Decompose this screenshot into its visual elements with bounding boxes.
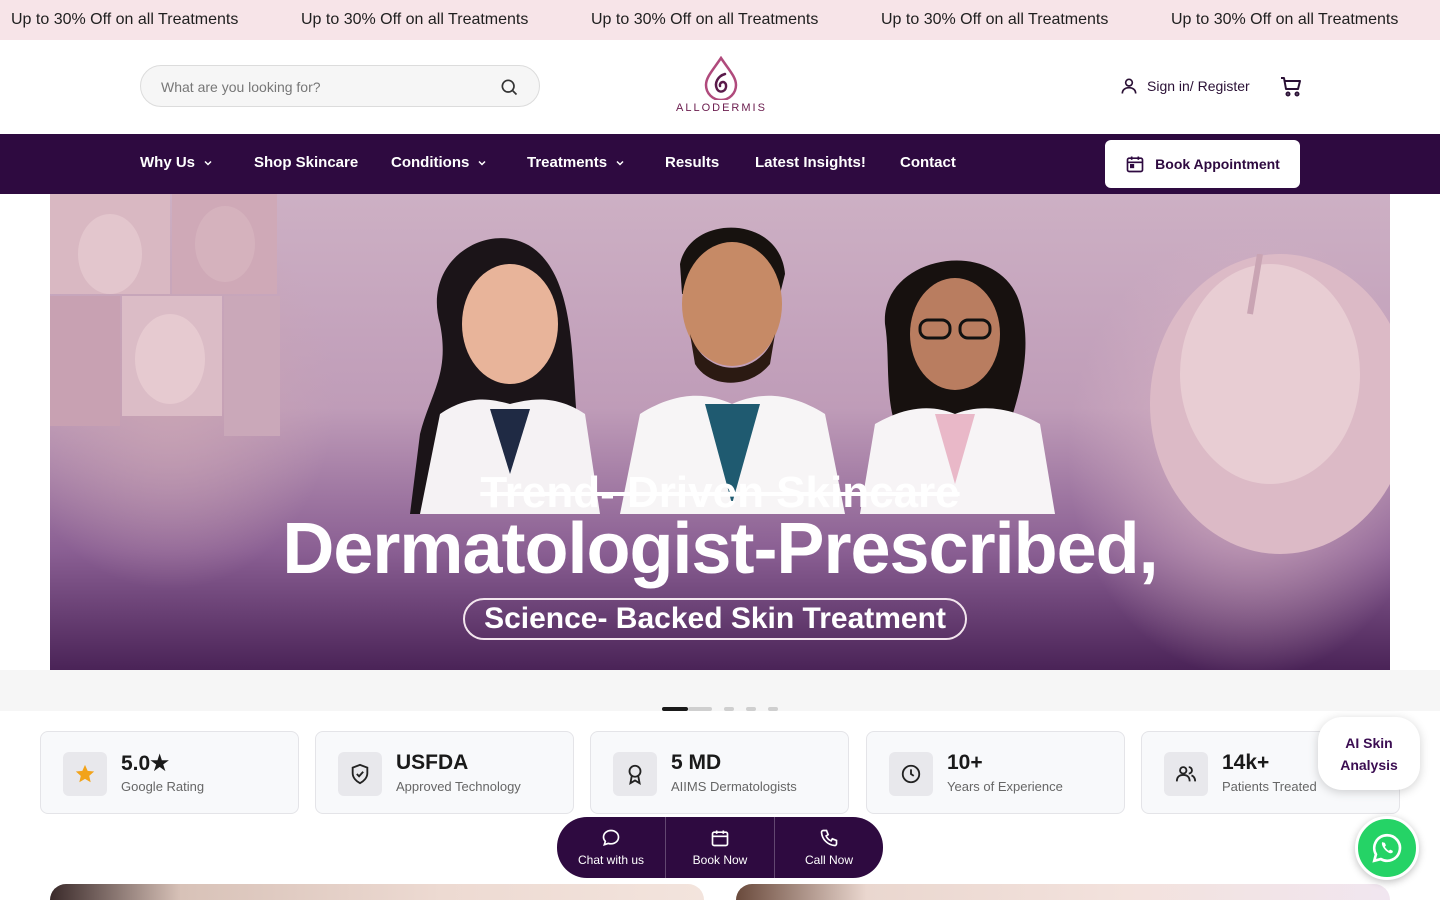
hero-banner[interactable]: Trend- Driven Skincare Dermatologist-Pre…	[50, 194, 1390, 670]
book-now-button[interactable]: Book Now	[666, 817, 775, 878]
stat-label: Google Rating	[121, 779, 205, 794]
nav-item-label: Contact	[900, 154, 956, 171]
book-now-label: Book Now	[692, 853, 748, 867]
chevron-down-icon	[616, 160, 624, 166]
promo-card[interactable]	[50, 884, 704, 900]
stat-value: 5.0★	[121, 752, 170, 775]
ai-skin-analysis-button[interactable]: AI Skin Analysis	[1318, 717, 1420, 790]
search-icon[interactable]	[499, 77, 519, 97]
shield-check-icon	[351, 763, 369, 785]
nav-item-label: Shop Skincare	[254, 154, 359, 171]
calendar-icon	[711, 830, 729, 847]
logo-drop-icon	[704, 56, 738, 100]
carousel-dot[interactable]	[688, 707, 712, 711]
chat-label: Chat with us	[577, 853, 645, 867]
carousel-dot[interactable]	[724, 707, 734, 711]
promo-text: Up to 30% Off on all Treatments	[1171, 11, 1399, 28]
promo-marquee: Up to 30% Off on all Treatments Up to 30…	[0, 0, 1440, 40]
chevron-down-icon	[204, 160, 212, 166]
site-header: ALLODERMIS Sign in/ Register	[0, 40, 1440, 134]
hero-subtitle-pill: Science- Backed Skin Treatment	[463, 598, 967, 640]
stat-label: Patients Treated	[1222, 779, 1317, 794]
carousel-dot-active[interactable]	[662, 707, 688, 711]
promo-text: Up to 30% Off on all Treatments	[881, 11, 1109, 28]
hero-subtitle: Science- Backed Skin Treatment	[484, 602, 946, 635]
user-icon	[1121, 78, 1137, 94]
promo-text: Up to 30% Off on all Treatments	[591, 11, 819, 28]
stat-value: 5 MD	[671, 751, 722, 774]
carousel-dots	[0, 670, 1440, 711]
nav-item-shop-skincare[interactable]: Shop Skincare	[254, 154, 358, 171]
stat-value: USFDA	[396, 751, 469, 774]
nav-item-conditions[interactable]: Conditions	[391, 154, 487, 171]
nav-item-label: Conditions	[391, 154, 470, 171]
users-icon	[1175, 766, 1197, 782]
phone-icon	[820, 829, 838, 847]
search-box	[140, 65, 540, 107]
ai-skin-line1: AI Skin	[1345, 734, 1393, 751]
signin-link[interactable]: Sign in/ Register	[1119, 75, 1250, 97]
carousel-dot[interactable]	[746, 707, 756, 711]
whatsapp-button[interactable]	[1355, 816, 1419, 880]
stat-label: AIIMS Dermatologists	[671, 779, 797, 794]
brand-name: ALLODERMIS	[676, 102, 767, 114]
signin-label: Sign in/ Register	[1147, 78, 1250, 94]
award-icon	[628, 764, 642, 785]
book-appointment-button[interactable]: Book Appointment	[1105, 140, 1300, 188]
book-appointment-label: Book Appointment	[1155, 156, 1280, 172]
nav-item-label: Results	[665, 154, 720, 171]
chat-button[interactable]: Chat with us	[557, 817, 666, 878]
nav-item-label: Why Us	[140, 154, 196, 171]
hero-collage-image	[50, 194, 280, 436]
nav-item-latest-insights[interactable]: Latest Insights!	[755, 154, 866, 171]
stat-card: 5 MD AIIMS Dermatologists	[590, 731, 849, 814]
floating-action-bar: Chat with us Book Now Call Now	[557, 817, 883, 878]
carousel-dot[interactable]	[768, 707, 778, 711]
stat-card: USFDA Approved Technology	[315, 731, 574, 814]
calendar-icon	[1126, 156, 1144, 173]
ai-skin-line2: Analysis	[1340, 756, 1398, 773]
nav-item-treatments[interactable]: Treatments	[527, 154, 625, 171]
stat-card: 5.0★ Google Rating	[40, 731, 299, 814]
cart-icon[interactable]	[1279, 74, 1303, 98]
brand-logo[interactable]: ALLODERMIS	[676, 56, 766, 120]
hero-title: Dermatologist-Prescribed,	[282, 509, 1158, 589]
stat-card: 10+ Years of Experience	[866, 731, 1125, 814]
stat-label: Years of Experience	[947, 779, 1063, 794]
promo-text: Up to 30% Off on all Treatments	[11, 11, 239, 28]
nav-item-contact[interactable]: Contact	[900, 154, 956, 171]
stat-value: 10+	[947, 751, 983, 774]
nav-item-results[interactable]: Results	[665, 154, 719, 171]
clock-icon	[901, 764, 921, 784]
call-now-label: Call Now	[804, 853, 853, 867]
call-now-button[interactable]: Call Now	[775, 817, 883, 878]
nav-item-label: Latest Insights!	[755, 154, 866, 171]
nav-item-why-us[interactable]: Why Us	[140, 154, 213, 171]
stat-value: 14k+	[1222, 751, 1270, 774]
search-input[interactable]	[161, 76, 481, 98]
chevron-down-icon	[478, 160, 486, 166]
stat-label: Approved Technology	[396, 779, 521, 794]
main-nav: Why Us Shop Skincare Conditions Treatmen…	[0, 134, 1440, 194]
chat-icon	[602, 829, 620, 846]
nav-item-label: Treatments	[527, 154, 608, 171]
whatsapp-icon	[1372, 833, 1402, 863]
promo-text: Up to 30% Off on all Treatments	[301, 11, 529, 28]
promo-card[interactable]	[736, 884, 1390, 900]
star-icon	[75, 764, 95, 783]
